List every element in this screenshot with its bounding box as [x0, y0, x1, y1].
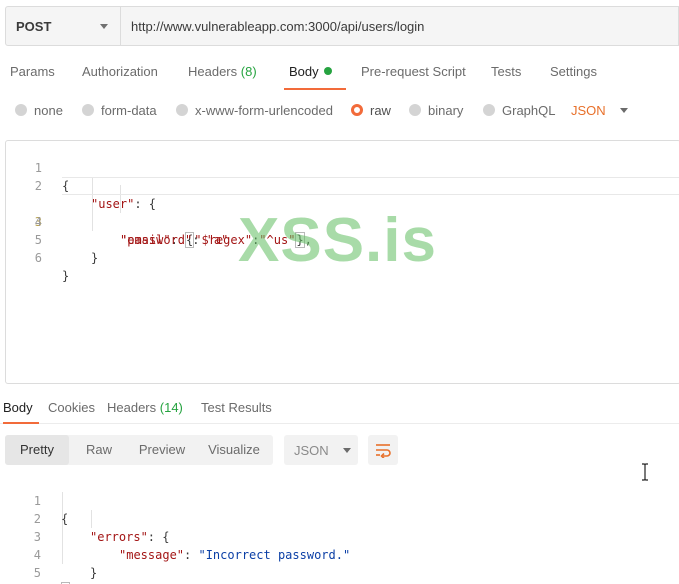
response-format-label: JSON: [294, 442, 329, 458]
line-number: 5: [33, 566, 41, 580]
code-line: 3 "message": "Incorrect password.": [0, 510, 679, 562]
method-label: POST: [16, 18, 52, 34]
headers-count: (14): [159, 400, 183, 415]
code-text: }: [90, 566, 98, 580]
tab-authorization[interactable]: Authorization: [82, 56, 158, 90]
wrap-lines-button[interactable]: [368, 435, 398, 465]
radio-raw[interactable]: raw: [351, 100, 391, 120]
tab-params[interactable]: Params: [10, 56, 55, 90]
view-raw-button[interactable]: Raw: [69, 435, 129, 465]
response-tabs: Body Cookies Headers (14) Test Results: [0, 397, 679, 424]
line-number: 6: [34, 251, 42, 265]
radio-label: binary: [428, 102, 464, 118]
response-format-dropdown[interactable]: JSON: [284, 435, 358, 465]
request-tabs: Params Authorization Headers (8) Body Pr…: [0, 56, 679, 90]
tab-headers[interactable]: Headers (8): [188, 56, 257, 90]
code-line-active: 3 "email": {"$regex":"^us"},: [6, 177, 679, 248]
tab-label: Headers: [107, 400, 157, 415]
tab-label: Settings: [550, 64, 597, 79]
tab-label: Headers: [188, 64, 238, 79]
radio-circle-icon: [15, 104, 27, 116]
radio-label: raw: [370, 102, 391, 118]
radio-form-data[interactable]: form-data: [82, 100, 157, 120]
radio-binary[interactable]: binary: [409, 100, 463, 120]
radio-circle-icon: [82, 104, 94, 116]
wrap-lines-icon: [376, 444, 391, 458]
request-bar: POST http://www.vulnerableapp.com:3000/a…: [5, 6, 679, 46]
code-line: 2 "user": {: [6, 159, 679, 211]
url-text: http://www.vulnerableapp.com:3000/api/us…: [131, 18, 425, 34]
tab-label: Params: [10, 64, 55, 79]
code-line: 1 {: [0, 474, 679, 526]
text-cursor-icon: [642, 463, 648, 481]
tab-pre-request-script[interactable]: Pre-request Script: [361, 56, 466, 90]
tab-label: Test Results: [201, 400, 272, 415]
code-line: 2 "errors": {: [0, 492, 679, 544]
headers-count: (8): [240, 64, 257, 79]
body-format-label: JSON: [571, 102, 606, 118]
radio-circle-icon: [409, 104, 421, 116]
code-text: }: [91, 251, 99, 265]
tab-tests[interactable]: Tests: [491, 56, 521, 90]
resp-tab-cookies[interactable]: Cookies: [48, 397, 95, 424]
code-line: 5 }: [0, 546, 679, 584]
radio-x-www-form-urlencoded[interactable]: x-www-form-urlencoded: [176, 100, 333, 120]
resp-tab-headers[interactable]: Headers (14): [107, 397, 183, 424]
method-select[interactable]: POST: [5, 6, 121, 46]
radio-graphql[interactable]: GraphQL: [483, 100, 555, 120]
radio-none[interactable]: none: [15, 100, 63, 120]
body-modified-dot-icon: [323, 67, 332, 75]
chevron-down-icon: [342, 447, 351, 453]
tab-label: Pre-request Script: [361, 64, 466, 79]
tab-label: Body: [3, 400, 33, 415]
tab-body[interactable]: Body: [284, 56, 346, 90]
radio-selected-icon: [351, 104, 363, 116]
response-body-viewer[interactable]: 1 { 2 "errors": { 3 "message": "Incorrec…: [0, 474, 679, 584]
tab-label: Authorization: [82, 64, 158, 79]
tab-label: Tests: [491, 64, 522, 79]
chevron-down-icon: [100, 24, 108, 29]
code-line: 1 {: [6, 141, 679, 193]
tab-label: Body: [289, 64, 319, 79]
view-preview-button[interactable]: Preview: [129, 435, 195, 465]
chevron-down-icon: [619, 107, 628, 113]
view-pretty-button[interactable]: Pretty: [5, 435, 69, 465]
active-line-highlight: [62, 177, 679, 195]
view-visualize-button[interactable]: Visualize: [195, 435, 273, 465]
radio-circle-icon: [176, 104, 188, 116]
code-text: }: [62, 269, 70, 283]
resp-tab-body[interactable]: Body: [3, 397, 39, 424]
body-format-dropdown[interactable]: JSON: [571, 100, 628, 120]
code-line: 4 }: [0, 528, 679, 580]
resp-tab-test-results[interactable]: Test Results: [201, 397, 272, 424]
radio-label: x-www-form-urlencoded: [195, 102, 333, 118]
radio-label: GraphQL: [502, 102, 556, 118]
tab-label: Cookies: [48, 400, 95, 415]
tab-settings[interactable]: Settings: [550, 56, 597, 90]
radio-label: none: [34, 102, 63, 118]
watermark-logo: XSS.is: [238, 206, 437, 275]
response-view-modes: Pretty Raw Preview Visualize: [5, 435, 273, 465]
url-input[interactable]: http://www.vulnerableapp.com:3000/api/us…: [121, 6, 679, 46]
radio-circle-icon: [483, 104, 495, 116]
radio-label: form-data: [101, 102, 157, 118]
